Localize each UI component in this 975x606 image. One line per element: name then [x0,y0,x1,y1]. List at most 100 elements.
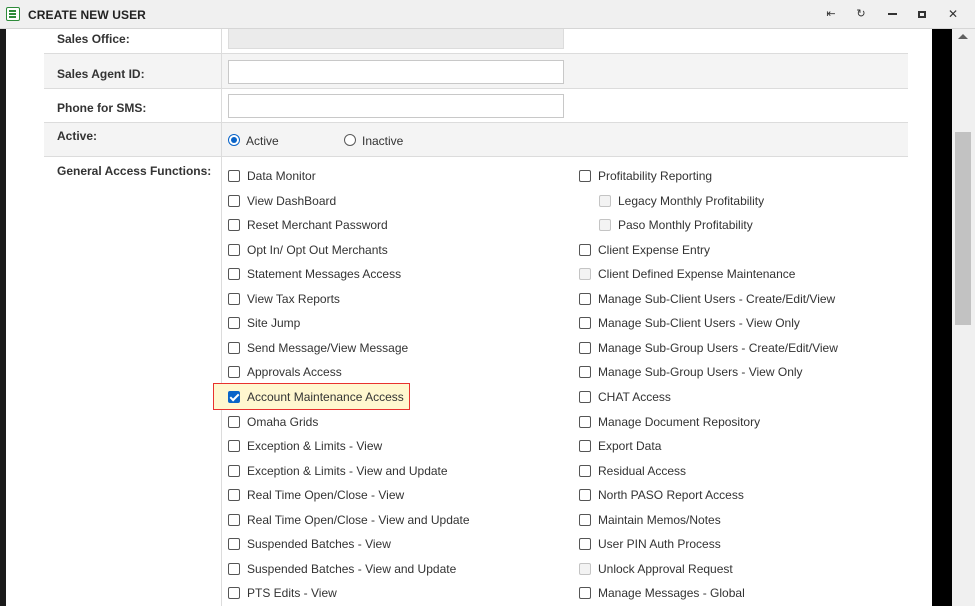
checkbox-icon[interactable] [228,587,240,600]
checkbox-view-tax-reports[interactable]: View Tax Reports [228,291,340,307]
checkbox-paso-monthly-profitability: Paso Monthly Profitability [599,217,753,233]
checkbox-icon[interactable] [228,440,240,453]
checkbox-residual-access[interactable]: Residual Access [579,463,686,479]
checkbox-icon[interactable] [228,243,240,256]
checkbox-manage-document-repository[interactable]: Manage Document Repository [579,414,760,430]
checkbox-pts-edits-view[interactable]: PTS Edits - View [228,585,337,601]
checkbox-label: Real Time Open/Close - View and Update [247,512,470,527]
checkbox-label: Exception & Limits - View and Update [247,463,448,478]
checkbox-label: Statement Messages Access [247,267,402,282]
checkbox-label: Real Time Open/Close - View [247,488,405,503]
checkbox-profitability-reporting[interactable]: Profitability Reporting [579,168,712,184]
checkbox-label: Unlock Approval Request [598,561,733,576]
checkbox-label: Paso Monthly Profitability [618,218,753,233]
checkbox-icon[interactable] [579,513,591,526]
checkbox-icon[interactable] [579,587,591,600]
checkbox-user-pin-auth-process[interactable]: User PIN Auth Process [579,536,721,552]
checkbox-client-expense-entry[interactable]: Client Expense Entry [579,242,710,258]
close-icon[interactable]: ✕ [944,5,962,23]
checkbox-label: View Tax Reports [247,291,340,306]
checkbox-icon[interactable] [228,513,240,526]
active-radio[interactable]: Active [228,131,279,148]
inactive-radio[interactable]: Inactive [344,131,403,148]
checkbox-statement-messages-access[interactable]: Statement Messages Access [228,266,401,282]
checkbox-account-maintenance-access[interactable]: Account Maintenance Access [228,389,404,405]
checkbox-reset-merchant-password[interactable]: Reset Merchant Password [228,217,388,233]
phone-sms-field[interactable] [228,94,564,118]
active-label: Active: [57,129,98,143]
checkbox-opt-in-opt-out-merchants[interactable]: Opt In/ Opt Out Merchants [228,242,388,258]
checkbox-manage-sub-group-users-create-edit-view[interactable]: Manage Sub-Group Users - Create/Edit/Vie… [579,340,838,356]
checkbox-icon[interactable] [228,317,240,330]
sales-agent-id-field[interactable] [228,60,564,84]
checkbox-manage-sub-group-users-view-only[interactable]: Manage Sub-Group Users - View Only [579,364,803,380]
checkbox-icon[interactable] [228,268,240,281]
row-general-access: General Access Functions: Data Monitor Vi… [44,157,908,606]
sales-office-field[interactable] [228,29,564,49]
checkbox-icon[interactable] [579,170,591,182]
checkbox-icon[interactable] [579,292,591,305]
checkbox-icon[interactable] [228,194,240,207]
checkbox-icon[interactable] [579,415,591,428]
checkbox-icon[interactable] [579,538,591,551]
checkbox-icon[interactable] [579,464,591,477]
checkbox-icon[interactable] [579,366,591,379]
checkbox-suspended-batches-view-and-update[interactable]: Suspended Batches - View and Update [228,561,456,577]
checkbox-chat-access[interactable]: CHAT Access [579,389,671,405]
checkbox-icon[interactable] [579,317,591,330]
checkbox-icon[interactable] [228,170,240,182]
refresh-icon[interactable]: ↻ [852,5,870,23]
scroll-thumb[interactable] [955,132,971,325]
scroll-up-arrow-icon[interactable] [958,34,968,39]
checkbox-real-time-open-close-view[interactable]: Real Time Open/Close - View [228,487,404,503]
checkbox-manage-sub-client-users-create-edit-view[interactable]: Manage Sub-Client Users - Create/Edit/Vi… [579,291,835,307]
checkbox-omaha-grids[interactable]: Omaha Grids [228,414,318,430]
checkbox-icon[interactable] [228,538,240,551]
row-sales-agent-id: Sales Agent ID: [44,54,908,89]
minimize-icon[interactable] [883,5,901,23]
checkbox-north-paso-report-access[interactable]: North PASO Report Access [579,487,744,503]
checkbox-export-data[interactable]: Export Data [579,438,661,454]
checkbox-manage-sub-client-users-view-only[interactable]: Manage Sub-Client Users - View Only [579,315,800,331]
checkbox-legacy-monthly-profitability: Legacy Monthly Profitability [599,193,764,209]
checkbox-label: Site Jump [247,316,301,331]
checkbox-maintain-memos-notes[interactable]: Maintain Memos/Notes [579,512,721,528]
checkbox-label: Profitability Reporting [598,169,713,183]
checkbox-icon[interactable] [228,464,240,477]
checkbox-approvals-access[interactable]: Approvals Access [228,364,342,380]
checkbox-icon[interactable] [228,415,240,428]
checkbox-label: Manage Messages - Global [598,586,745,601]
checkbox-real-time-open-close-view-and-update[interactable]: Real Time Open/Close - View and Update [228,512,470,528]
checkbox-manage-messages-global[interactable]: Manage Messages - Global [579,585,745,601]
checkbox-icon[interactable] [579,341,591,354]
checkbox-label: Approvals Access [247,365,342,380]
radio-selected-icon[interactable] [228,133,240,146]
checkbox-icon[interactable] [228,219,240,232]
pin-icon[interactable]: ⇤ [822,5,840,23]
checkbox-exception-limits-view-and-update[interactable]: Exception & Limits - View and Update [228,463,448,479]
vertical-scrollbar[interactable] [952,29,975,606]
checkbox-icon[interactable] [579,390,591,403]
maximize-icon[interactable] [913,5,931,23]
checkbox-label: Manage Document Repository [598,414,761,429]
checkbox-icon[interactable] [579,243,591,256]
checkbox-suspended-batches-view[interactable]: Suspended Batches - View [228,536,391,552]
checkbox-icon[interactable] [228,489,240,502]
checkbox-label: North PASO Report Access [598,488,744,503]
checkbox-icon[interactable] [579,489,591,502]
checkbox-icon[interactable] [228,366,240,379]
checkbox-data-monitor[interactable]: Data Monitor [228,168,316,184]
checkbox-view-dashboard[interactable]: View DashBoard [228,193,336,209]
checkbox-site-jump[interactable]: Site Jump [228,315,300,331]
checkbox-icon[interactable] [228,292,240,305]
radio-unselected-icon[interactable] [344,133,356,146]
checkbox-send-message-view-message[interactable]: Send Message/View Message [228,340,408,356]
checkbox-icon[interactable] [579,440,591,453]
checkbox-icon [579,562,591,575]
checkbox-client-defined-expense-maintenance: Client Defined Expense Maintenance [579,266,795,282]
checkbox-checked-icon[interactable] [228,390,240,403]
checkbox-label: Manage Sub-Client Users - View Only [598,316,800,331]
checkbox-icon[interactable] [228,341,240,354]
checkbox-icon[interactable] [228,562,240,575]
checkbox-exception-limits-view[interactable]: Exception & Limits - View [228,438,382,454]
